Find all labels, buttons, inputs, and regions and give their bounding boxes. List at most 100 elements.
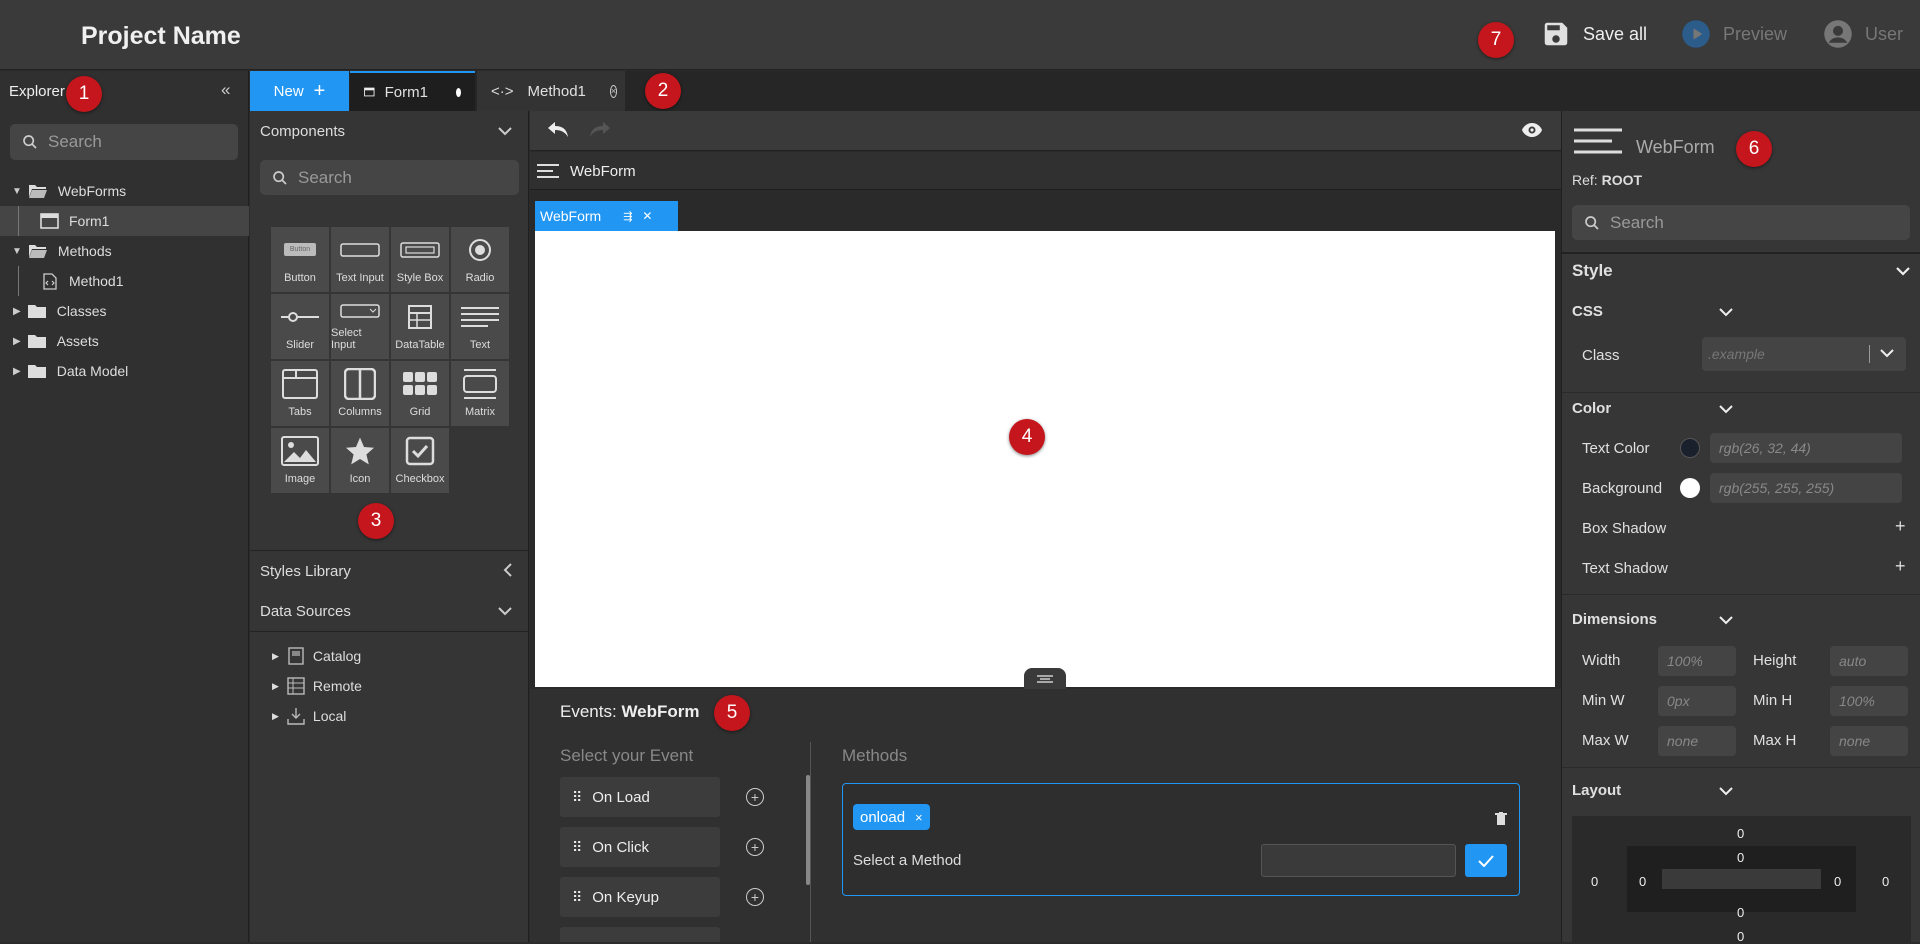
tree-item-webforms[interactable]: ▼ WebForms: [0, 176, 249, 206]
component-image[interactable]: Image: [270, 427, 330, 494]
caret-right-icon: ▶: [272, 680, 279, 691]
padding-top-value[interactable]: 0: [1737, 850, 1744, 865]
background-color-input[interactable]: rgb(255, 255, 255): [1710, 473, 1902, 503]
chevron-down-icon[interactable]: [498, 607, 512, 616]
margin-left-value[interactable]: 0: [1591, 874, 1598, 889]
trash-icon[interactable]: [1495, 812, 1507, 825]
layout-section-title[interactable]: Layout: [1572, 782, 1621, 799]
tree-item-label: Data Model: [56, 363, 129, 379]
component-text-input[interactable]: Text Input: [330, 226, 390, 293]
height-input[interactable]: auto: [1830, 646, 1908, 676]
event-tag-onload[interactable]: onload ×: [853, 804, 930, 830]
source-catalog[interactable]: ▶ Catalog: [272, 647, 361, 665]
margin-top-value[interactable]: 0: [1737, 826, 1744, 841]
components-search-input[interactable]: Search: [260, 160, 519, 195]
component-columns[interactable]: Columns: [330, 360, 390, 427]
tree-item-form1[interactable]: Form1: [0, 206, 249, 236]
component-datatable[interactable]: DataTable: [390, 293, 450, 360]
tree-item-methods[interactable]: ▼ Methods: [0, 236, 249, 266]
explorer-search-input[interactable]: Search: [10, 124, 238, 160]
tree-item-method1[interactable]: Method1: [0, 266, 249, 296]
component-text[interactable]: Text: [450, 293, 510, 360]
collapse-explorer-button[interactable]: «: [221, 80, 230, 100]
add-event-icon[interactable]: +: [746, 788, 764, 806]
padding-bottom-value[interactable]: 0: [1737, 905, 1744, 920]
add-event-icon[interactable]: +: [746, 838, 764, 856]
padding-left-value[interactable]: 0: [1639, 874, 1646, 889]
component-button[interactable]: Button Button: [270, 226, 330, 293]
chevron-down-icon[interactable]: [498, 127, 512, 136]
min-height-input[interactable]: 100%: [1830, 686, 1908, 716]
chevron-down-icon[interactable]: [1719, 616, 1733, 625]
chevron-down-icon[interactable]: [1896, 267, 1910, 276]
component-select-input[interactable]: Select Input: [330, 293, 390, 360]
user-button[interactable]: User: [1823, 19, 1903, 49]
class-select[interactable]: .example: [1702, 337, 1906, 371]
add-event-icon[interactable]: +: [746, 888, 764, 906]
background-color-swatch[interactable]: [1680, 478, 1700, 498]
color-section-title[interactable]: Color: [1572, 400, 1611, 417]
source-local[interactable]: ▶ Local: [272, 707, 346, 725]
add-box-shadow-icon[interactable]: +: [1895, 516, 1906, 537]
preview-button[interactable]: Preview: [1681, 19, 1787, 49]
component-checkbox[interactable]: Checkbox: [390, 427, 450, 494]
tab-form1[interactable]: Form1: [350, 71, 475, 111]
tree-item-assets[interactable]: ▶ Assets: [0, 326, 249, 356]
component-tabs[interactable]: Tabs: [270, 360, 330, 427]
max-width-input[interactable]: none: [1658, 726, 1736, 756]
text-color-input[interactable]: rgb(26, 32, 44): [1710, 433, 1902, 463]
tree-item-classes[interactable]: ▶ Classes: [0, 296, 249, 326]
component-style-box[interactable]: Style Box: [390, 226, 450, 293]
properties-search-input[interactable]: Search: [1572, 205, 1910, 240]
padding-right-value[interactable]: 0: [1834, 874, 1841, 889]
add-text-shadow-icon[interactable]: +: [1895, 556, 1906, 577]
text-color-swatch[interactable]: [1680, 438, 1700, 458]
width-input[interactable]: 100%: [1658, 646, 1736, 676]
dimensions-section-title[interactable]: Dimensions: [1572, 611, 1657, 628]
save-all-button[interactable]: Save all: [1541, 19, 1647, 49]
breadcrumb[interactable]: WebForm: [570, 163, 636, 180]
data-sources-title[interactable]: Data Sources: [260, 603, 351, 620]
event-on-click[interactable]: ⠿ On Click: [560, 827, 720, 867]
component-grid[interactable]: Grid: [390, 360, 450, 427]
min-width-input[interactable]: 0px: [1658, 686, 1736, 716]
resize-handle[interactable]: [1024, 668, 1066, 690]
component-matrix[interactable]: Matrix: [450, 360, 510, 427]
redo-icon[interactable]: [588, 120, 612, 140]
style-section-title[interactable]: Style: [1572, 261, 1613, 281]
events-scrollbar[interactable]: [806, 775, 810, 885]
max-height-input[interactable]: none: [1830, 726, 1908, 756]
source-remote[interactable]: ▶ Remote: [272, 677, 362, 695]
event-on-load[interactable]: ⠿ On Load: [560, 777, 720, 817]
eye-icon[interactable]: [1521, 122, 1543, 138]
hamburger-icon[interactable]: [1574, 128, 1622, 154]
search-placeholder: Search: [298, 167, 352, 187]
confirm-method-button[interactable]: [1465, 844, 1507, 877]
chevron-down-icon[interactable]: [1719, 308, 1733, 317]
event-label: On Load: [592, 788, 650, 806]
method-select-input[interactable]: [1261, 844, 1456, 877]
css-section-title[interactable]: CSS: [1572, 303, 1603, 320]
component-radio[interactable]: Radio: [450, 226, 510, 293]
chevron-left-icon[interactable]: [503, 563, 512, 577]
source-label: Local: [312, 708, 347, 724]
margin-right-value[interactable]: 0: [1882, 874, 1889, 889]
remove-tag-icon[interactable]: ×: [915, 810, 923, 825]
styles-library-title[interactable]: Styles Library: [260, 563, 351, 580]
component-icon[interactable]: Icon: [330, 427, 390, 494]
chevron-down-icon[interactable]: [1719, 405, 1733, 414]
collapse-arrows-icon[interactable]: ✕: [642, 209, 652, 223]
close-tab-icon[interactable]: ×: [609, 84, 618, 98]
event-item-partial[interactable]: [560, 927, 720, 942]
selected-element-chip[interactable]: WebForm ⇶ ✕: [535, 201, 678, 231]
tree-item-data-model[interactable]: ▶ Data Model: [0, 356, 249, 386]
new-tab-button[interactable]: New +: [250, 71, 349, 111]
undo-icon[interactable]: [546, 120, 570, 140]
component-slider[interactable]: Slider: [270, 293, 330, 360]
drag-handle-icon[interactable]: ⇶: [623, 210, 632, 223]
webform-canvas[interactable]: [535, 231, 1555, 687]
chevron-down-icon[interactable]: [1719, 787, 1733, 796]
hamburger-icon[interactable]: [537, 164, 559, 178]
event-on-keyup[interactable]: ⠿ On Keyup: [560, 877, 720, 917]
tab-method1[interactable]: <·> Method1 ×: [477, 71, 625, 111]
